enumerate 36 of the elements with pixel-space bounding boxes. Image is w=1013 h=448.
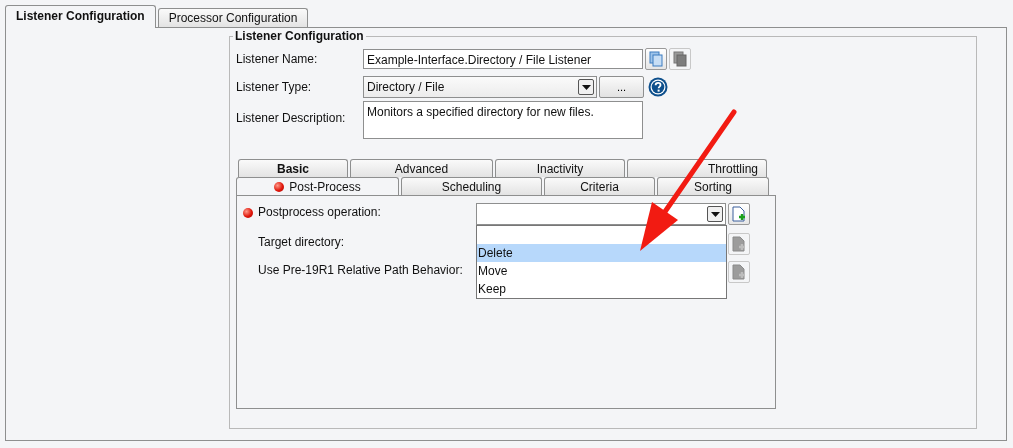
error-icon <box>274 182 285 192</box>
file-add-icon <box>732 236 746 252</box>
tab[interactable]: Listener Configuration <box>5 5 156 28</box>
field-label: Listener Description: <box>236 110 347 125</box>
dropdown-option[interactable]: Keep <box>477 280 726 298</box>
caret-icon <box>581 84 591 90</box>
error-icon <box>242 208 253 218</box>
name-field[interactable]: Example-Interface.Directory / File Listener <box>363 49 643 69</box>
pages-icon <box>648 51 664 67</box>
tab[interactable]: Criteria <box>544 177 655 195</box>
setting-label: Postprocess operation: <box>258 204 382 219</box>
tab[interactable]: Basic <box>238 159 348 177</box>
add-button[interactable] <box>728 203 750 225</box>
operation-dropdown[interactable] <box>476 203 726 225</box>
copy-button[interactable] <box>645 48 667 70</box>
tab[interactable]: Inactivity <box>495 159 625 177</box>
browse-button[interactable]: ... <box>599 76 644 98</box>
pages-icon <box>672 51 688 67</box>
dropdown-option[interactable]: Delete <box>477 244 726 262</box>
group-title: Listener Configuration <box>234 29 365 43</box>
tab[interactable]: Advanced <box>350 159 493 177</box>
tab[interactable]: Processor Configuration <box>157 8 309 27</box>
help-icon[interactable] <box>648 77 668 97</box>
description-field[interactable]: Monitors a specified directory for new files. <box>363 101 643 139</box>
setting-label: Target directory: <box>258 234 346 249</box>
dropdown-option[interactable]: Move <box>477 262 726 280</box>
caret-icon <box>710 211 720 217</box>
tab[interactable]: Scheduling <box>401 177 542 195</box>
tab[interactable]: Throttling <box>627 159 767 177</box>
field-label: Listener Name: <box>236 52 319 66</box>
field-label: Listener Type: <box>236 80 313 94</box>
type-dropdown[interactable]: Directory / File <box>363 76 597 98</box>
tab[interactable]: Sorting <box>657 177 769 195</box>
setting-label: Use Pre-19R1 Relative Path Behavior: <box>258 262 464 277</box>
file-add-icon <box>732 206 746 222</box>
file-add-icon <box>732 264 746 280</box>
